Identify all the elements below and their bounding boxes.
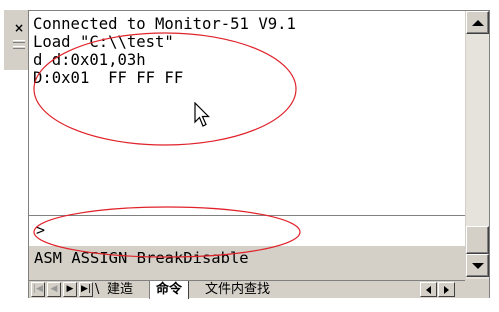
output-line: D:0x01 FF FF FF [33,69,184,87]
mouse-pointer-icon [194,102,210,127]
output-pane[interactable]: Connected to Monitor-51 V9.1 Load "C:\\t… [29,11,465,215]
tab-build[interactable]: 建造 [101,281,139,299]
command-hint-text: ASM ASSIGN BreakDisable [34,249,249,267]
dock-grip[interactable] [13,40,25,43]
tab-find-in-files[interactable]: 文件内查找 [199,281,276,299]
command-input-line[interactable]: > [29,215,465,245]
dock-grip[interactable] [13,46,25,49]
vertical-scrollbar[interactable] [465,11,489,279]
uvision-output-window: × Connected to Monitor-51 V9.1 Load "C:\… [0,0,499,312]
dock-bar: × [4,10,28,70]
output-line: d d:0x01,03h [33,51,146,69]
triangle-right-icon [444,286,449,294]
tab-command[interactable]: 命令 [149,281,190,299]
command-hint-bar: ASM ASSIGN BreakDisable [29,245,465,271]
triangle-down-icon [472,263,484,269]
tab-first-button[interactable]: |◀ [31,282,45,297]
triangle-left-icon [426,286,431,294]
close-icon[interactable]: × [12,22,26,34]
tab-last-button[interactable]: ▶| [79,282,93,297]
scroll-down-button[interactable] [466,254,489,277]
scroll-up-button[interactable] [466,11,489,34]
output-line: Load "C:\\test" [33,33,174,51]
command-prompt: > [36,221,46,239]
triangle-up-icon [472,20,484,26]
tab-prev-button[interactable]: ◀ [47,282,61,297]
scrollbar-corner [465,279,489,298]
scrollbar-thumb[interactable] [466,226,489,254]
tab-bar: |◀ ◀ ▶ ▶| \ 建造 命令 文件内查找 [29,280,489,299]
tab-scroll-left-button[interactable] [420,282,437,297]
output-line: Connected to Monitor-51 V9.1 [33,15,296,33]
tab-scroll-right-button[interactable] [438,282,455,297]
tab-next-button[interactable]: ▶ [63,282,77,297]
